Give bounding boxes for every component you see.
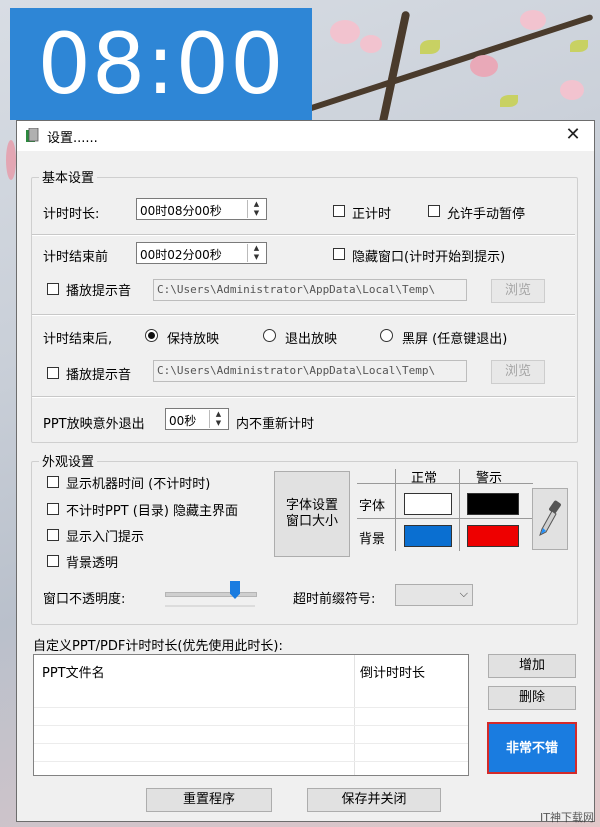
font-warning-swatch[interactable] xyxy=(467,493,519,515)
bg-warning-swatch[interactable] xyxy=(467,525,519,547)
timer-display: 08:00 xyxy=(10,8,312,120)
black-screen-label: 黑屏 (任意键退出) xyxy=(402,332,508,347)
spinner-arrows[interactable]: ▲ ▼ xyxy=(247,200,265,218)
exit-show-label: 退出放映 xyxy=(285,332,338,347)
sound-path-field-2[interactable]: C:\Users\Administrator\AppData\Local\Tem… xyxy=(153,360,467,382)
appearance-legend: 外观设置 xyxy=(39,451,98,470)
ppt-exit-spinner[interactable]: 00秒 ▲ ▼ xyxy=(165,408,229,430)
count-up-checkbox[interactable] xyxy=(333,205,345,217)
hide-window-label: 隐藏窗口(计时开始到提示) xyxy=(352,250,506,265)
before-end-label: 计时结束前 xyxy=(43,250,109,265)
app-icon xyxy=(26,128,39,142)
font-size-button[interactable]: 字体设置 窗口大小 xyxy=(274,471,350,557)
basic-settings-legend: 基本设置 xyxy=(39,167,98,186)
divider xyxy=(32,314,575,316)
add-button[interactable]: 增加 xyxy=(488,654,576,678)
show-machine-time-checkbox[interactable] xyxy=(47,476,59,488)
eyedropper-icon xyxy=(539,500,561,536)
hide-main-label: 不计时PPT (目录) 隐藏主界面 xyxy=(66,504,239,519)
suffix-dropdown[interactable]: ⌵ xyxy=(395,584,473,606)
keep-show-label: 保持放映 xyxy=(167,332,220,347)
browse-button-2[interactable]: 浏览 xyxy=(491,360,545,384)
font-normal-swatch[interactable] xyxy=(404,493,452,515)
hide-window-checkbox[interactable] xyxy=(333,248,345,260)
ppt-exit-suffix: 内不重新计时 xyxy=(236,417,315,432)
allow-pause-label: 允许手动暂停 xyxy=(447,207,526,222)
row-bg-label: 背景 xyxy=(359,532,386,547)
watermark: IT神下载网 xyxy=(540,811,594,824)
browse-button[interactable]: 浏览 xyxy=(491,279,545,303)
duration-spinner[interactable]: 00时08分00秒 ▲ ▼ xyxy=(136,198,267,220)
color-picker-button[interactable] xyxy=(532,488,568,550)
custom-duration-label: 自定义PPT/PDF计时时长(优先使用此时长): xyxy=(33,639,283,654)
delete-button[interactable]: 删除 xyxy=(488,686,576,710)
chevron-down-icon: ⌵ xyxy=(459,587,468,600)
col-warning-header: 警示 xyxy=(476,471,503,486)
dialog-title: 设置...... xyxy=(47,131,98,146)
transparent-bg-label: 背景透明 xyxy=(66,556,119,571)
reset-button[interactable]: 重置程序 xyxy=(146,788,272,812)
show-intro-label: 显示入门提示 xyxy=(66,530,145,545)
divider xyxy=(32,234,575,236)
col-countdown-header: 倒计时时长 xyxy=(360,666,426,681)
title-bar: 设置...... ✕ xyxy=(17,121,594,151)
suffix-label: 超时前缀符号: xyxy=(293,592,376,607)
duration-label: 计时时长: xyxy=(43,207,100,222)
col-file-header: PPT文件名 xyxy=(42,666,105,681)
transparent-bg-checkbox[interactable] xyxy=(47,555,59,567)
bg-normal-swatch[interactable] xyxy=(404,525,452,547)
show-intro-checkbox[interactable] xyxy=(47,529,59,541)
play-sound-checkbox-2[interactable] xyxy=(47,367,59,379)
play-sound-checkbox[interactable] xyxy=(47,283,59,295)
black-screen-radio[interactable] xyxy=(380,329,393,342)
promo-button[interactable]: 非常不错 xyxy=(487,722,577,774)
count-up-label: 正计时 xyxy=(352,207,392,222)
show-machine-time-label: 显示机器时间 (不计时时) xyxy=(66,477,211,492)
close-button[interactable]: ✕ xyxy=(562,124,584,146)
ppt-exit-prefix: PPT放映意外退出 xyxy=(43,417,145,432)
sound-path-field[interactable]: C:\Users\Administrator\AppData\Local\Tem… xyxy=(153,279,467,301)
opacity-label: 窗口不透明度: xyxy=(43,592,126,607)
play-sound-label: 播放提示音 xyxy=(66,284,132,299)
spinner-arrows[interactable]: ▲ ▼ xyxy=(247,244,265,262)
hide-main-checkbox[interactable] xyxy=(47,503,59,515)
play-sound-label-2: 播放提示音 xyxy=(66,368,132,383)
row-font-label: 字体 xyxy=(359,499,386,514)
col-normal-header: 正常 xyxy=(411,471,438,486)
spinner-arrows[interactable]: ▲ ▼ xyxy=(209,410,227,428)
custom-duration-list[interactable]: PPT文件名 倒计时时长 xyxy=(33,654,469,776)
settings-dialog: 设置...... ✕ 基本设置 计时时长: 00时08分00秒 ▲ ▼ 正计时 允… xyxy=(16,120,595,822)
divider xyxy=(32,396,575,398)
exit-show-radio[interactable] xyxy=(263,329,276,342)
allow-pause-checkbox[interactable] xyxy=(428,205,440,217)
save-close-button[interactable]: 保存并关闭 xyxy=(307,788,441,812)
before-end-spinner[interactable]: 00时02分00秒 ▲ ▼ xyxy=(136,242,267,264)
opacity-slider[interactable] xyxy=(165,581,257,609)
keep-show-radio[interactable] xyxy=(145,329,158,342)
after-end-label: 计时结束后, xyxy=(43,332,113,347)
